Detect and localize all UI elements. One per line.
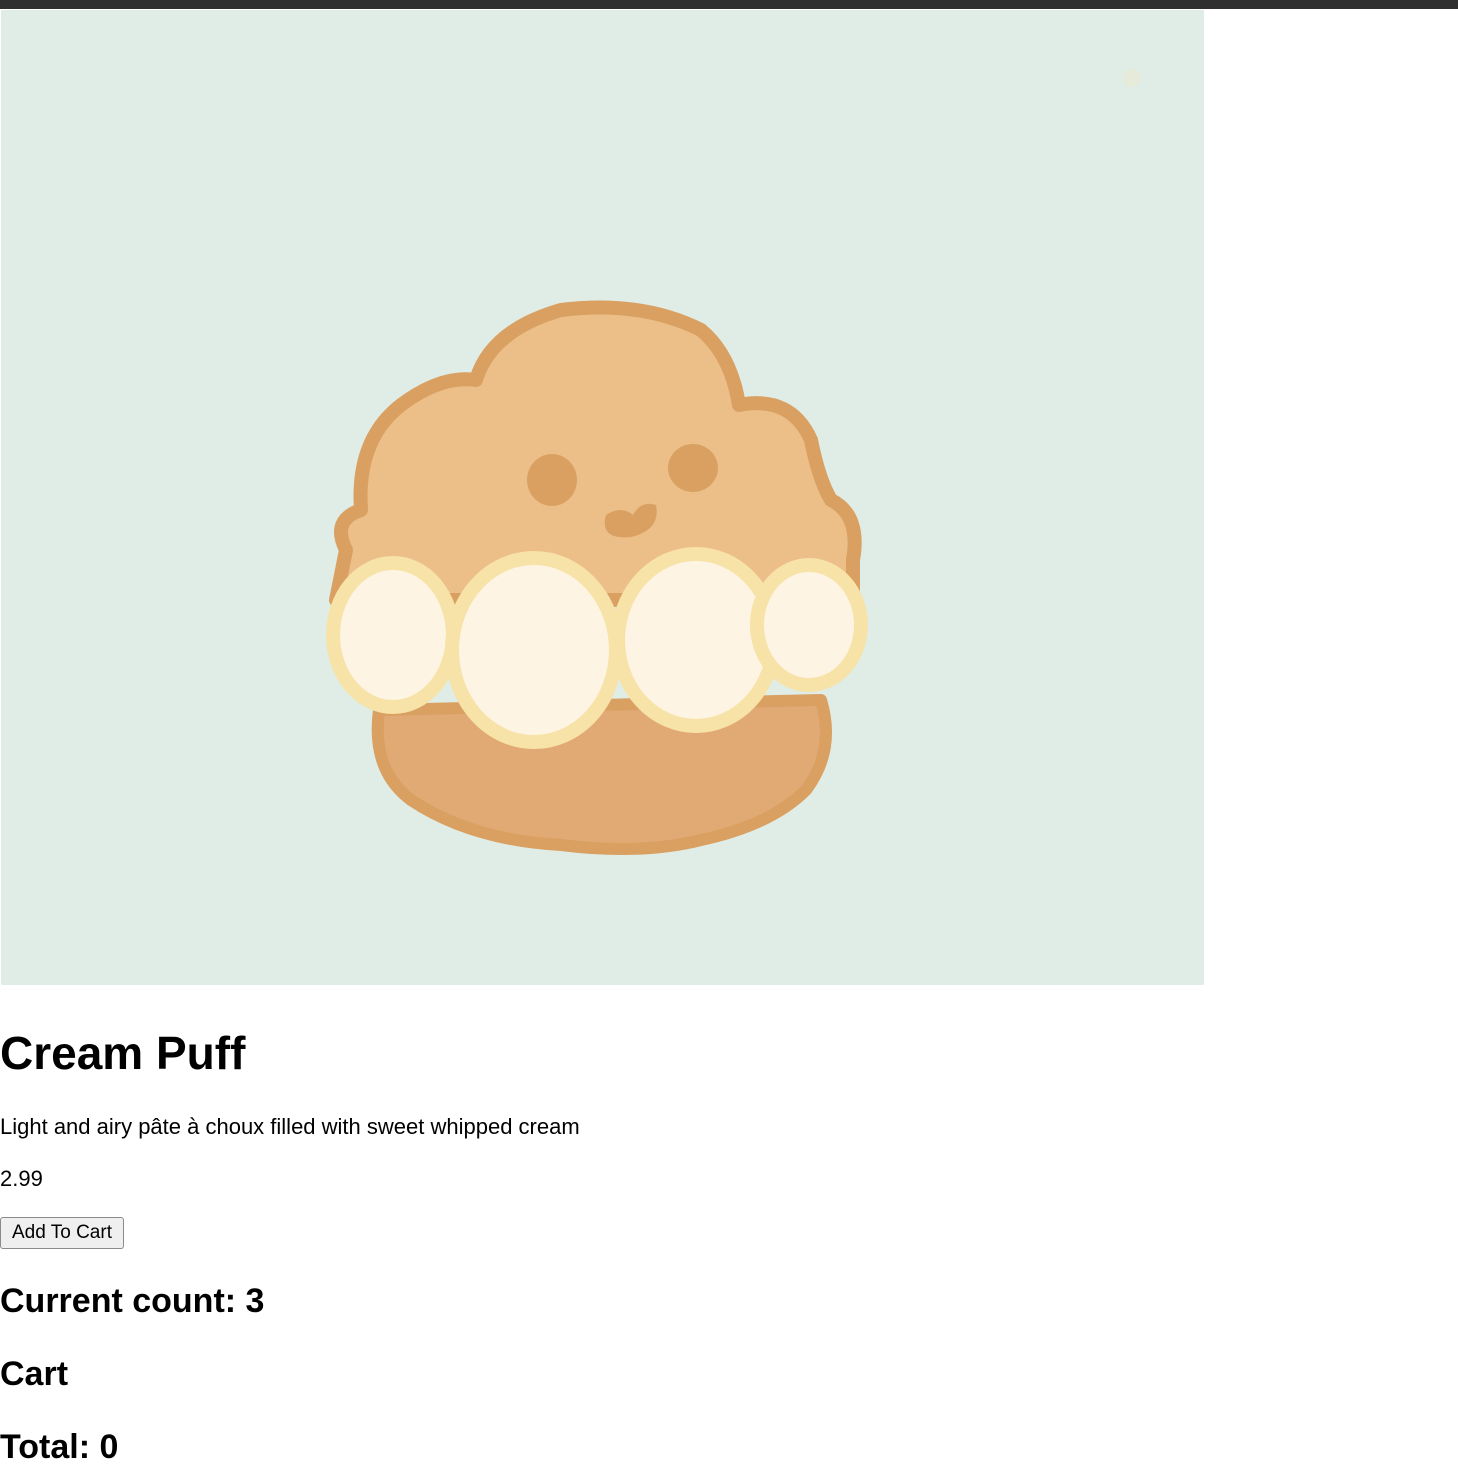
cart-heading: Cart <box>0 1355 69 1393</box>
browser-top-bar <box>0 0 1458 9</box>
cart-total: Total: 0 <box>0 1428 119 1466</box>
product-description: Light and airy pâte à choux filled with … <box>0 1114 580 1139</box>
product-image <box>1 10 1204 985</box>
product-title: Cream Puff <box>0 1027 246 1079</box>
cream-puff-illustration <box>1 10 1204 985</box>
current-count: Current count: 3 <box>0 1282 265 1320</box>
product-price: 2.99 <box>0 1166 43 1191</box>
add-to-cart-button[interactable]: Add To Cart <box>0 1217 124 1249</box>
